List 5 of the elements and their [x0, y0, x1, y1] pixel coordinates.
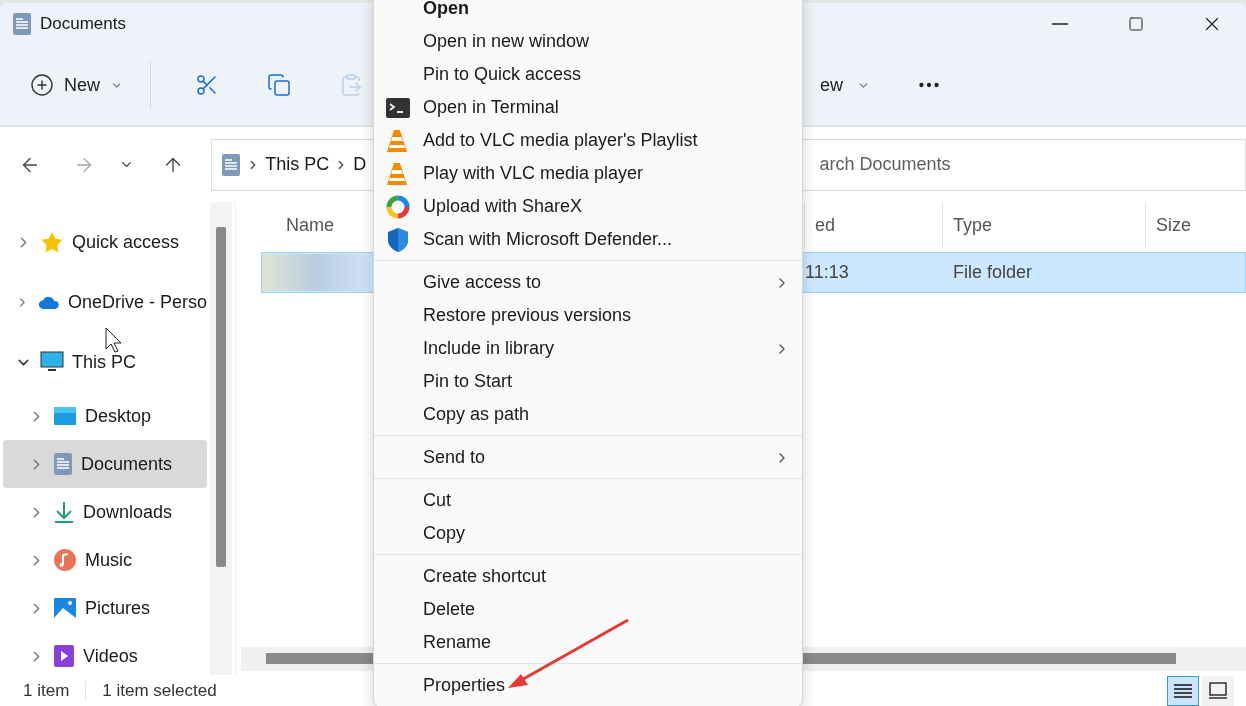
item-count: 1 item	[23, 680, 70, 701]
table-cell-text: 11:13	[805, 262, 850, 283]
selection-count: 1 item selected	[102, 680, 217, 701]
table-cell-text: File folder	[952, 262, 1034, 283]
window-title: Documents	[40, 14, 127, 34]
